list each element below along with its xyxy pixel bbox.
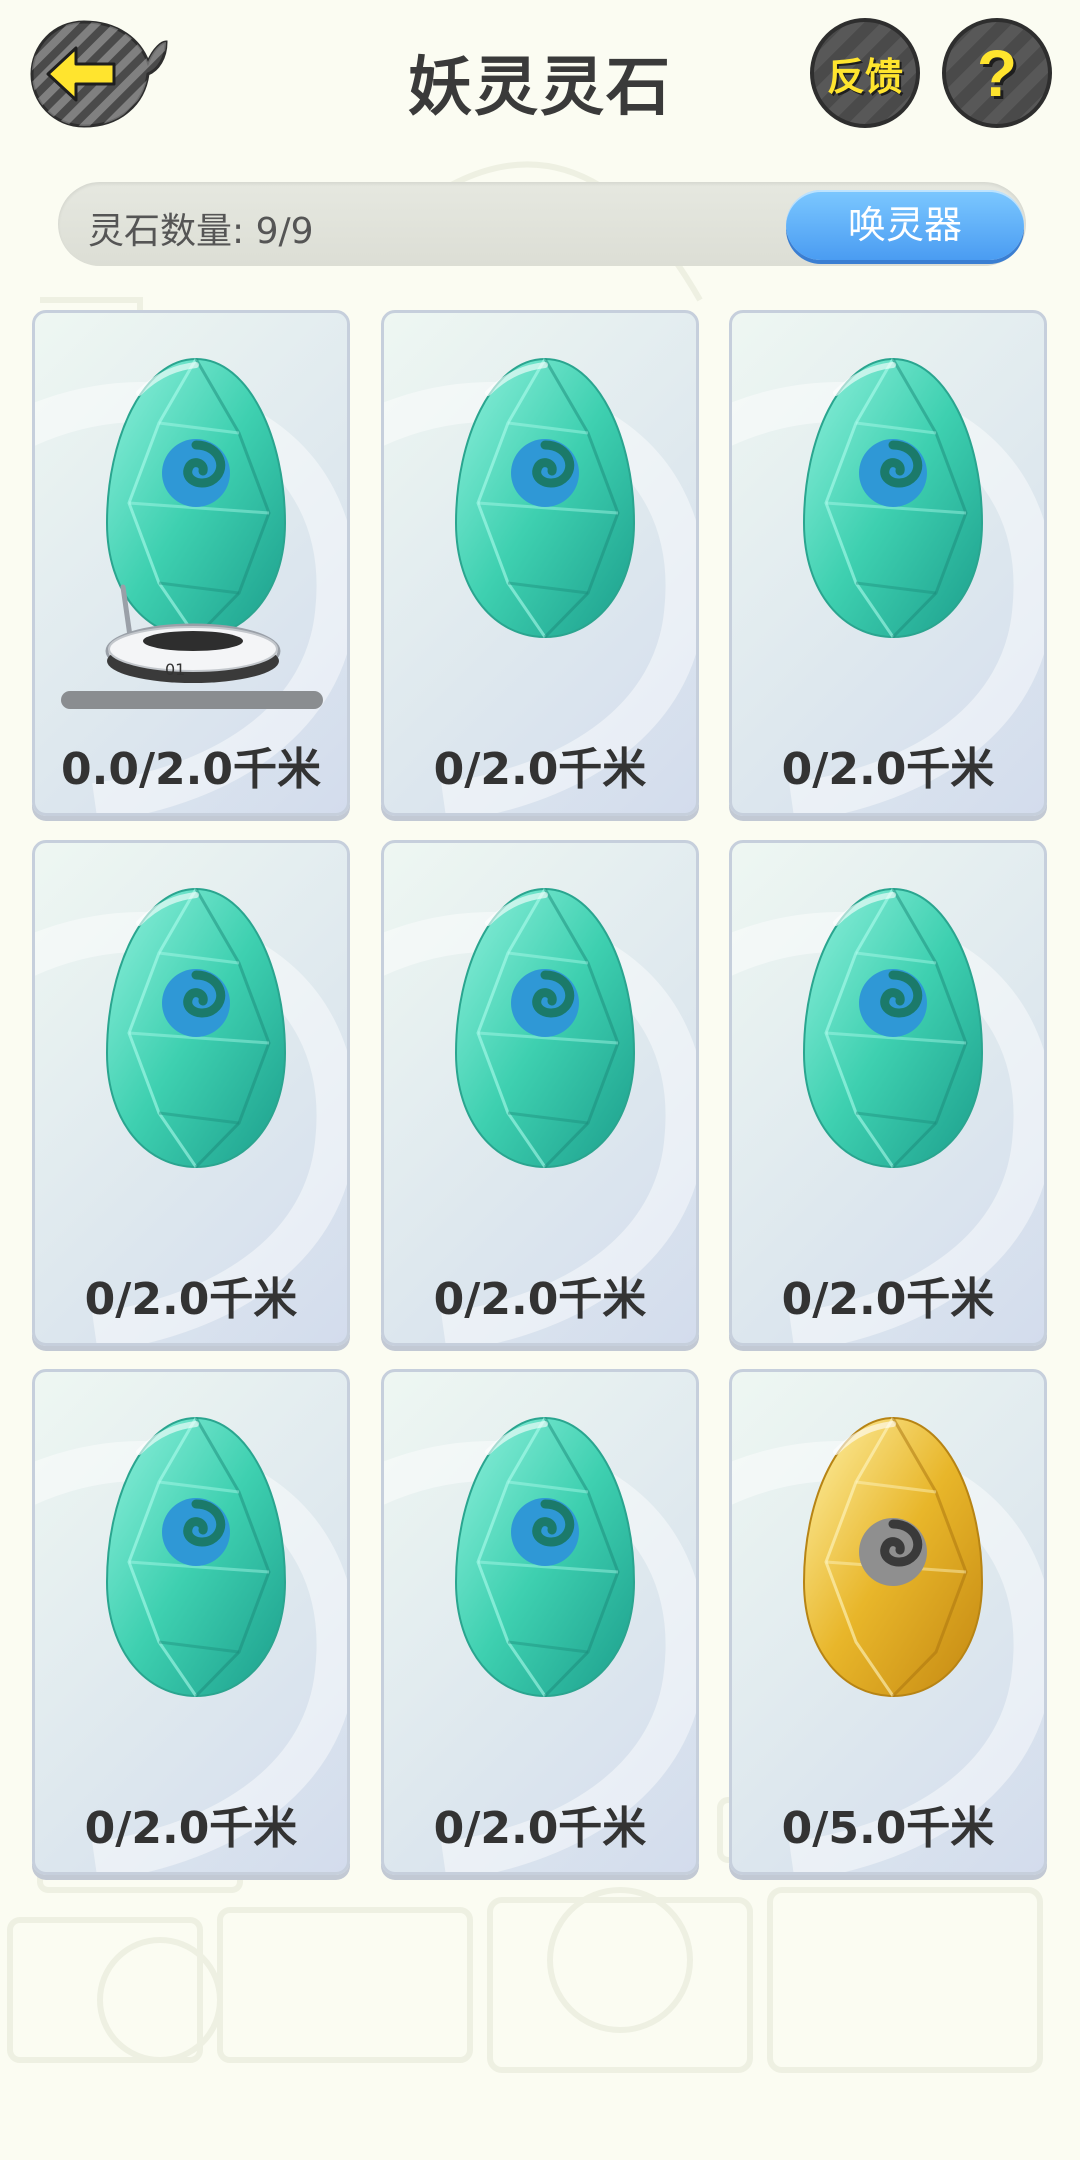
stone-card[interactable]: 0/5.0千米: [729, 1369, 1047, 1875]
distance-label: 0/2.0千米: [84, 1274, 298, 1325]
feedback-button[interactable]: 反馈: [810, 18, 920, 128]
stone-count-label: 灵石数量: 9/9: [88, 211, 314, 252]
top-bar: 妖灵灵石 反馈 ?: [0, 0, 1080, 150]
help-button[interactable]: ?: [942, 18, 1052, 128]
stone-card[interactable]: 01 0.0/2.0千米: [32, 310, 350, 816]
progress-bar: [61, 691, 323, 709]
summoner-button[interactable]: 唤灵器: [786, 190, 1024, 260]
stone-card[interactable]: 0/2.0千米: [381, 310, 699, 816]
stone-card[interactable]: 0/2.0千米: [32, 840, 350, 1346]
question-icon: ?: [976, 36, 1018, 110]
distance-label: 0/2.0千米: [433, 1274, 647, 1325]
spirit-stone-icon: [796, 353, 990, 643]
stone-card[interactable]: 0/2.0千米: [381, 1369, 699, 1875]
distance-label: 0/2.0千米: [781, 744, 995, 795]
incubator-label: 01: [165, 660, 185, 679]
distance-label: 0/2.0千米: [433, 744, 647, 795]
spirit-stone-icon: [99, 1412, 293, 1702]
distance-label: 0/5.0千米: [781, 1803, 995, 1854]
golden-spirit-stone-icon: [796, 1412, 990, 1702]
incubator-icon: 01: [105, 584, 281, 683]
distance-label: 0.0/2.0千米: [61, 744, 321, 795]
distance-label: 0/2.0千米: [781, 1274, 995, 1325]
spirit-stone-icon: [796, 883, 990, 1173]
spirit-stone-icon: [99, 883, 293, 1173]
spirit-stone-icon: [448, 1412, 642, 1702]
distance-label: 0/2.0千米: [433, 1803, 647, 1854]
stone-card[interactable]: 0/2.0千米: [729, 840, 1047, 1346]
feedback-label: 反馈: [826, 54, 903, 99]
stone-card[interactable]: 0/2.0千米: [381, 840, 699, 1346]
stone-card[interactable]: 0/2.0千米: [32, 1369, 350, 1875]
distance-label: 0/2.0千米: [84, 1803, 298, 1854]
stone-card[interactable]: 0/2.0千米: [729, 310, 1047, 816]
spirit-stone-icon: [448, 353, 642, 643]
spirit-stone-icon: [448, 883, 642, 1173]
